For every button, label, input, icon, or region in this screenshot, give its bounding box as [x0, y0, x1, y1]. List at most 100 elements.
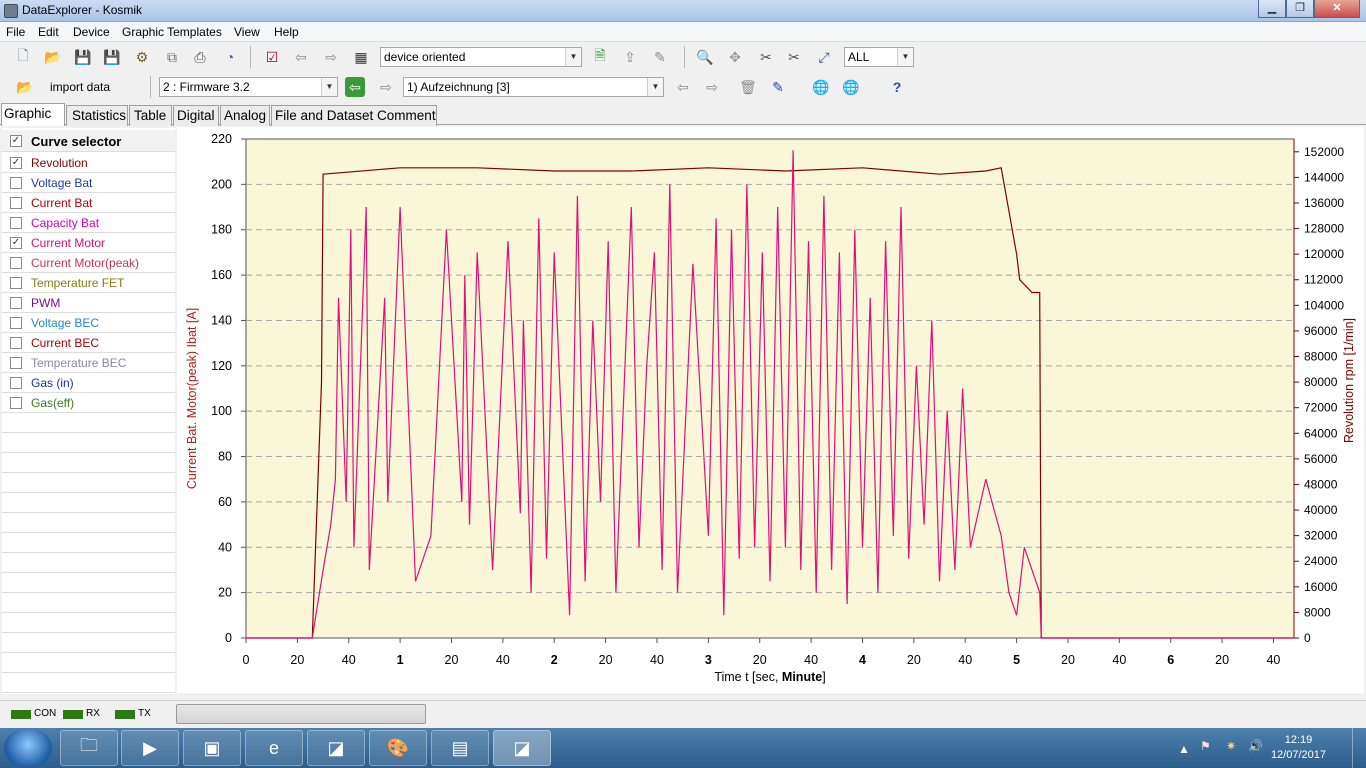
next-record-icon[interactable]: ⇨ — [375, 76, 397, 98]
curve-label: Temperature BEC — [31, 356, 127, 370]
curve-checkbox[interactable] — [10, 377, 22, 389]
cut-left-icon[interactable]: ✂ — [755, 46, 777, 68]
help-icon[interactable]: ? — [886, 76, 908, 98]
record-select[interactable]: 1) Aufzeichnung [3] ▼ — [403, 77, 664, 97]
edit-icon[interactable]: ✎ — [649, 46, 671, 68]
tab-table[interactable]: Table — [129, 105, 172, 126]
curve-checkbox[interactable] — [10, 357, 22, 369]
minimize-button[interactable]: ▁ — [1258, 0, 1286, 18]
device-icon[interactable]: ▦ — [350, 46, 372, 68]
add-file-icon[interactable]: 🗎 — [589, 46, 611, 68]
x-tick-label: 40 — [496, 653, 510, 667]
new-file-icon[interactable]: 🗋 — [12, 46, 34, 68]
photo-viewer-icon[interactable]: ▤ — [431, 730, 489, 766]
curve-checkbox[interactable] — [10, 177, 22, 189]
curve-checkbox[interactable] — [10, 257, 22, 269]
network-icon[interactable]: ⚑ — [1200, 739, 1211, 753]
start-button[interactable] — [4, 730, 52, 766]
curve-row[interactable]: Temperature FET — [2, 273, 175, 293]
menu-help[interactable]: Help — [274, 25, 299, 39]
curve-checkbox[interactable] — [10, 397, 22, 409]
arrow-right-icon[interactable]: ⇨ — [320, 46, 342, 68]
clock-icon[interactable]: ◔ — [219, 46, 241, 68]
select-all-checkbox[interactable]: ✓ — [10, 135, 22, 147]
dataexplorer-active-icon[interactable]: ◪ — [493, 730, 551, 766]
power-icon[interactable]: ✷ — [1226, 739, 1236, 753]
pan-icon[interactable]: ✥ — [724, 46, 746, 68]
fit-icon[interactable]: ⤢ — [813, 46, 835, 68]
import-folder-icon[interactable]: 📂 — [14, 76, 36, 98]
edit-record-icon[interactable]: ✎ — [767, 76, 789, 98]
close-button[interactable]: ✕ — [1314, 0, 1360, 18]
device-mode-select[interactable]: device oriented ▼ — [380, 47, 582, 67]
curve-row[interactable]: Gas (in) — [2, 373, 175, 393]
save-icon[interactable]: 💾 — [72, 46, 94, 68]
menu-graphic-templates[interactable]: Graphic Templates — [122, 25, 222, 39]
tab-analog[interactable]: Analog — [220, 105, 270, 126]
dataexplorer-app-icon[interactable]: ◪ — [307, 730, 365, 766]
ie-browser-icon[interactable]: e — [245, 730, 303, 766]
zoom-filter-select[interactable]: ALL ▼ — [844, 47, 914, 67]
maximize-button[interactable]: ❐ — [1286, 0, 1314, 18]
previous-record-icon[interactable]: ⇦ — [345, 77, 365, 97]
curve-row[interactable]: Voltage BEC — [2, 313, 175, 333]
curve-checkbox[interactable] — [10, 297, 22, 309]
arrow-right-icon[interactable]: ⇨ — [701, 76, 723, 98]
menu-file[interactable]: File — [6, 25, 25, 39]
tab-digital[interactable]: Digital — [173, 105, 219, 126]
progress-bar — [176, 704, 426, 724]
clock[interactable]: 12:19 12/07/2017 — [1271, 733, 1326, 763]
curve-checkbox[interactable] — [10, 197, 22, 209]
tray-expand-icon[interactable]: ▲ — [1178, 742, 1190, 756]
curve-row[interactable]: PWM — [2, 293, 175, 313]
import-data-label[interactable]: import data — [50, 80, 110, 94]
curve-checkbox[interactable] — [10, 317, 22, 329]
folder-app-icon[interactable]: 🗀 — [60, 730, 118, 766]
channel-select[interactable]: 2 : Firmware 3.2 ▼ — [159, 77, 338, 97]
checklist-icon[interactable]: ☑ — [261, 46, 283, 68]
arrow-left-icon[interactable]: ⇦ — [290, 46, 312, 68]
curve-checkbox[interactable]: ✓ — [10, 157, 22, 169]
curve-row[interactable]: Voltage Bat — [2, 173, 175, 193]
tab-statistics[interactable]: Statistics — [66, 105, 128, 126]
curve-row[interactable]: Temperature BEC — [2, 353, 175, 373]
x-tick-label: 20 — [907, 653, 921, 667]
curve-checkbox[interactable] — [10, 277, 22, 289]
curve-row[interactable]: Gas(eff) — [2, 393, 175, 413]
export-icon[interactable]: ⇪ — [619, 46, 641, 68]
open-folder-icon[interactable]: 📂 — [42, 46, 64, 68]
y-tick-label-right: 120000 — [1304, 247, 1344, 261]
tab-bar: Graphic Statistics Table Digital Analog … — [0, 103, 1366, 126]
curve-row[interactable]: Current Bat — [2, 193, 175, 213]
curve-row[interactable]: Capacity Bat — [2, 213, 175, 233]
show-desktop-button[interactable] — [1352, 728, 1366, 768]
menu-device[interactable]: Device — [73, 25, 110, 39]
media-player-icon[interactable]: ▶ — [121, 730, 179, 766]
tab-file-comment[interactable]: File and Dataset Comment — [271, 105, 437, 126]
curve-checkbox[interactable] — [10, 217, 22, 229]
curve-checkbox[interactable]: ✓ — [10, 237, 22, 249]
curve-row[interactable]: ✓ Current Motor — [2, 233, 175, 253]
volume-icon[interactable]: 🔊 — [1248, 739, 1263, 753]
curve-row[interactable]: Current BEC — [2, 333, 175, 353]
y-tick-label-right: 56000 — [1304, 452, 1338, 466]
curve-checkbox[interactable] — [10, 337, 22, 349]
office-app-icon[interactable]: ▣ — [183, 730, 241, 766]
save-as-icon[interactable]: 💾 — [101, 46, 123, 68]
menu-view[interactable]: View — [234, 25, 260, 39]
copy-icon[interactable]: ⧉ — [161, 46, 183, 68]
curve-row[interactable]: Current Motor(peak) — [2, 253, 175, 273]
curve-row[interactable]: ✓ Revolution — [2, 153, 175, 173]
globe-icon[interactable]: 🌐 — [810, 76, 832, 98]
trash-icon[interactable]: 🗑 — [737, 76, 759, 98]
settings-icon[interactable]: ⚙ — [131, 46, 153, 68]
globe-off-icon[interactable]: 🌐 — [840, 76, 862, 98]
paint-app-icon[interactable]: 🎨 — [369, 730, 427, 766]
arrow-left-icon[interactable]: ⇦ — [672, 76, 694, 98]
print-icon[interactable]: ⎙ — [189, 46, 211, 68]
cut-right-icon[interactable]: ✂ — [783, 46, 805, 68]
tab-graphic[interactable]: Graphic — [1, 103, 65, 126]
zoom-icon[interactable]: 🔍 — [694, 46, 716, 68]
curve-chart[interactable]: 0204060801001201401601802002200800016000… — [177, 127, 1364, 693]
menu-edit[interactable]: Edit — [38, 25, 59, 39]
